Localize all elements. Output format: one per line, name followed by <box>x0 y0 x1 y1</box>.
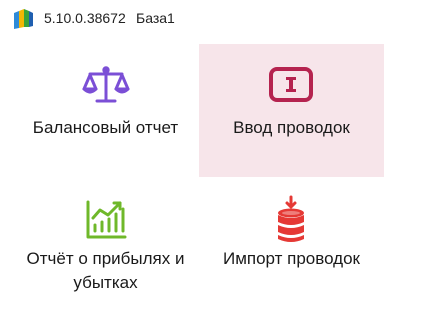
import-entries-tile[interactable]: Импорт проводок <box>199 183 384 313</box>
profit-loss-label: Отчёт о прибылях и убытках <box>26 249 185 292</box>
app-logo-icon <box>14 9 33 29</box>
profit-loss-tile[interactable]: Отчёт о прибылях и убытках <box>14 183 197 313</box>
title-bar: 5.10.0.38672 База1 <box>0 0 425 38</box>
database-name: База1 <box>136 10 175 26</box>
import-entries-label: Импорт проводок <box>222 249 360 268</box>
import-database-icon <box>278 195 304 242</box>
balance-sheet-tile[interactable]: Балансовый отчет <box>14 44 197 177</box>
balance-sheet-label: Балансовый отчет <box>32 118 179 137</box>
enter-entries-tile[interactable]: Ввод проводок <box>199 44 384 177</box>
profit-chart-icon <box>86 200 127 239</box>
entry-input-icon <box>269 67 313 102</box>
enter-entries-label: Ввод проводок <box>233 118 350 137</box>
app-version: 5.10.0.38672 <box>44 10 126 26</box>
scales-icon <box>82 66 130 103</box>
